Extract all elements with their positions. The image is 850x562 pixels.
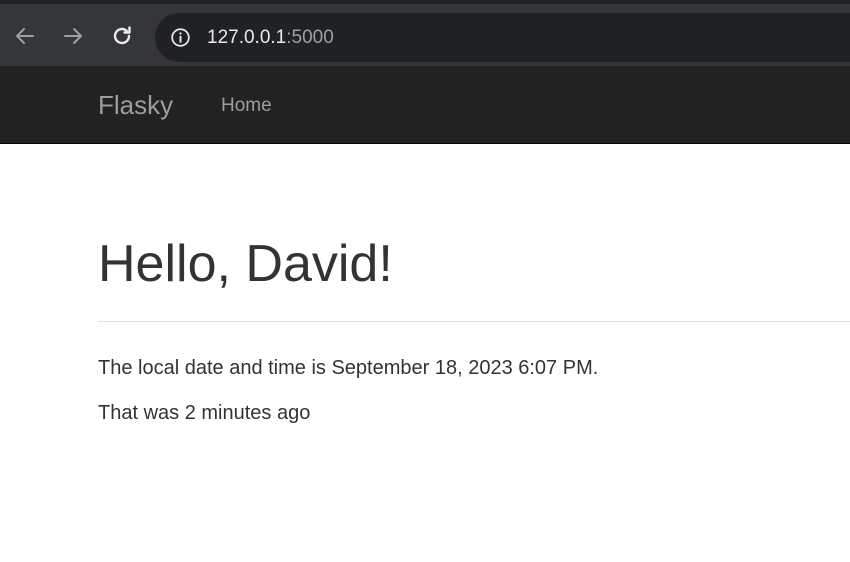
local-time-text: The local date and time is September 18,…	[98, 357, 599, 379]
back-button[interactable]	[10, 21, 40, 51]
url-host: 127.0.0.1	[207, 27, 287, 48]
url-text[interactable]: 127.0.0.1:5000	[207, 26, 334, 49]
site-navbar: Flasky Home	[0, 66, 850, 144]
navbar-brand[interactable]: Flasky	[98, 90, 173, 120]
address-bar[interactable]: 127.0.0.1:5000	[155, 13, 850, 62]
header-divider	[98, 321, 850, 322]
arrow-left-icon	[16, 28, 34, 44]
relative-time-text: That was 2 minutes ago	[98, 402, 311, 424]
info-circle-icon[interactable]	[170, 27, 191, 48]
browser-toolbar: 127.0.0.1:5000	[0, 0, 850, 70]
forward-button[interactable]	[58, 21, 88, 51]
url-port: :5000	[286, 27, 334, 48]
nav-item-home[interactable]: Home	[221, 95, 272, 117]
page-title: Hello, David!	[98, 235, 393, 293]
reload-button[interactable]	[107, 21, 137, 51]
reload-icon	[113, 26, 131, 45]
arrow-right-icon	[64, 28, 82, 44]
